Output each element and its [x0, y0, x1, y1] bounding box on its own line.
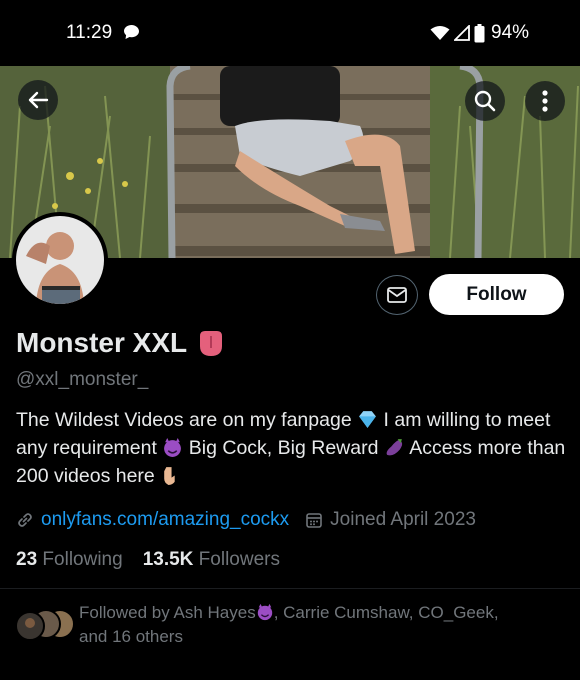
profile-meta-row: onlyfans.com/amazing_cockx Joined April … [16, 507, 476, 533]
profile-avatar[interactable] [12, 212, 108, 308]
devil-emoji [257, 603, 272, 621]
joined-date: Joined April 2023 [330, 509, 476, 530]
follow-button[interactable]: Follow [429, 274, 564, 315]
more-vertical-icon [542, 90, 548, 112]
devil-emoji [164, 438, 182, 457]
profile-name-row: Monster XXL [16, 327, 226, 359]
following-label: Following [42, 549, 123, 570]
signal-icon [454, 25, 470, 41]
bio-text-1: The Wildest Videos are on my fanpage [16, 409, 352, 431]
search-icon [474, 90, 496, 112]
followed-by-prefix: Followed by Ash Hayes [79, 603, 256, 622]
followers-label: Followers [198, 549, 280, 570]
back-arrow-icon [28, 91, 49, 109]
tongue-emoji [200, 331, 223, 356]
followers-count: 13.5K [142, 549, 194, 570]
followed-by-others: and 16 others [79, 627, 183, 646]
profile-name: Monster XXL [16, 327, 188, 358]
search-button[interactable] [465, 81, 505, 121]
followed-by-rest: , Carrie Cumshaw, CO_Geek, [273, 603, 499, 622]
wifi-icon [430, 26, 450, 40]
status-right-group: 94% [430, 22, 529, 44]
profile-handle: @xxl_monster_ [16, 369, 149, 390]
message-button[interactable] [376, 275, 418, 315]
pointing-down-emoji [164, 467, 175, 485]
following-count: 23 [16, 549, 38, 570]
profile-bio: The Wildest Videos are on my fanpage I a… [16, 406, 576, 490]
more-options-button[interactable] [525, 81, 565, 121]
chat-bubble-icon [124, 25, 139, 39]
followers-count-link[interactable]: 13.5K Followers [143, 549, 280, 571]
link-icon [18, 513, 32, 527]
back-button[interactable] [18, 80, 58, 120]
calendar-icon [306, 513, 322, 528]
battery-percent: 94% [491, 22, 530, 43]
followed-by-avatars[interactable] [12, 608, 76, 642]
gem-emoji [359, 411, 376, 428]
eggplant-emoji [386, 439, 402, 456]
bio-text-3: Big Cock, Big Reward [188, 437, 379, 459]
status-time: 11:29 [66, 22, 113, 43]
followed-by-text[interactable]: Followed by Ash Hayes , Carrie Cumshaw, … [79, 601, 569, 649]
following-count-link[interactable]: 23 Following [16, 549, 123, 571]
battery-icon [474, 23, 485, 42]
status-bar: 11:29 94% [0, 0, 580, 66]
divider [0, 588, 580, 589]
profile-link[interactable]: onlyfans.com/amazing_cockx [41, 509, 289, 531]
follow-counts: 23 Following 13.5K Followers [16, 549, 280, 571]
mail-icon [387, 287, 407, 303]
